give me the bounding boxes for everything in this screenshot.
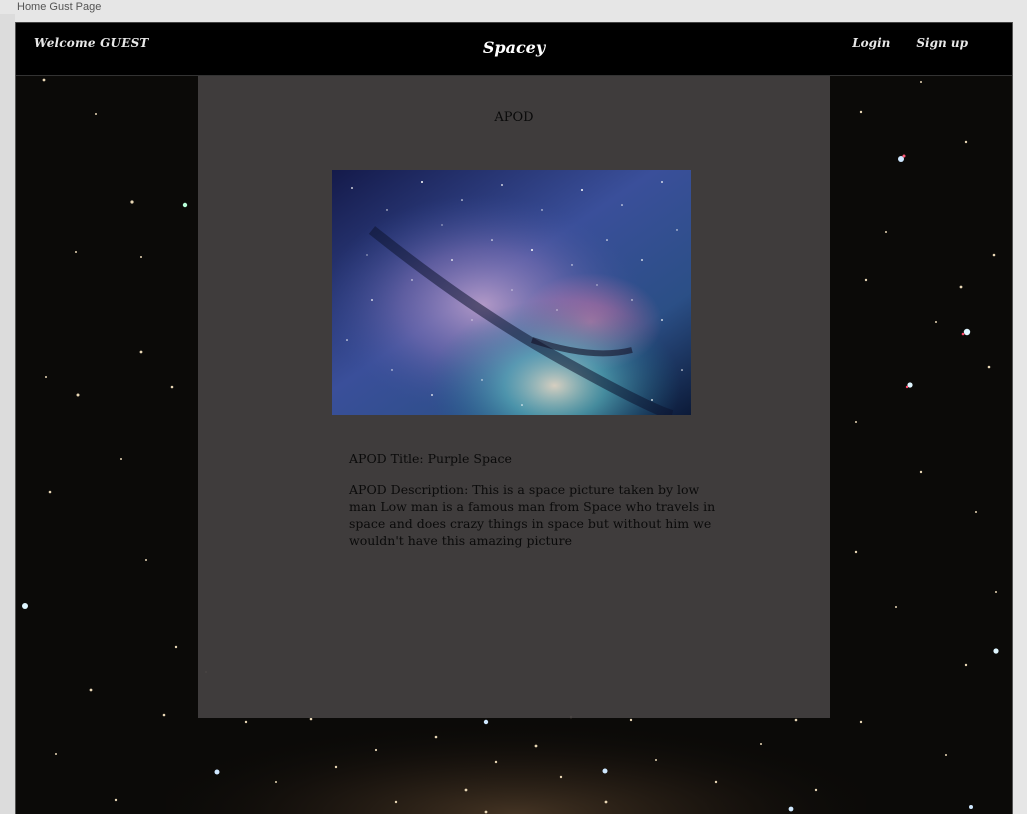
window-title: Home Gust Page	[17, 1, 102, 13]
apod-heading: APOD	[494, 110, 534, 125]
top-navbar: Welcome GUEST Spacey Login Sign up	[16, 22, 1012, 76]
apod-panel: APOD APOD Title: Purple Space APOD Descr…	[198, 76, 830, 718]
milky-way-photo	[332, 170, 691, 415]
apod-image	[332, 170, 691, 415]
login-link[interactable]: Login	[852, 36, 890, 50]
signup-link[interactable]: Sign up	[916, 36, 968, 50]
left-scroll-rail	[0, 14, 15, 814]
nav-links: Login Sign up	[852, 36, 968, 50]
apod-description: APOD Description: This is a space pictur…	[349, 482, 716, 548]
apod-title: APOD Title: Purple Space	[349, 451, 512, 466]
page-frame: Welcome GUEST Spacey Login Sign up APOD	[15, 22, 1013, 814]
